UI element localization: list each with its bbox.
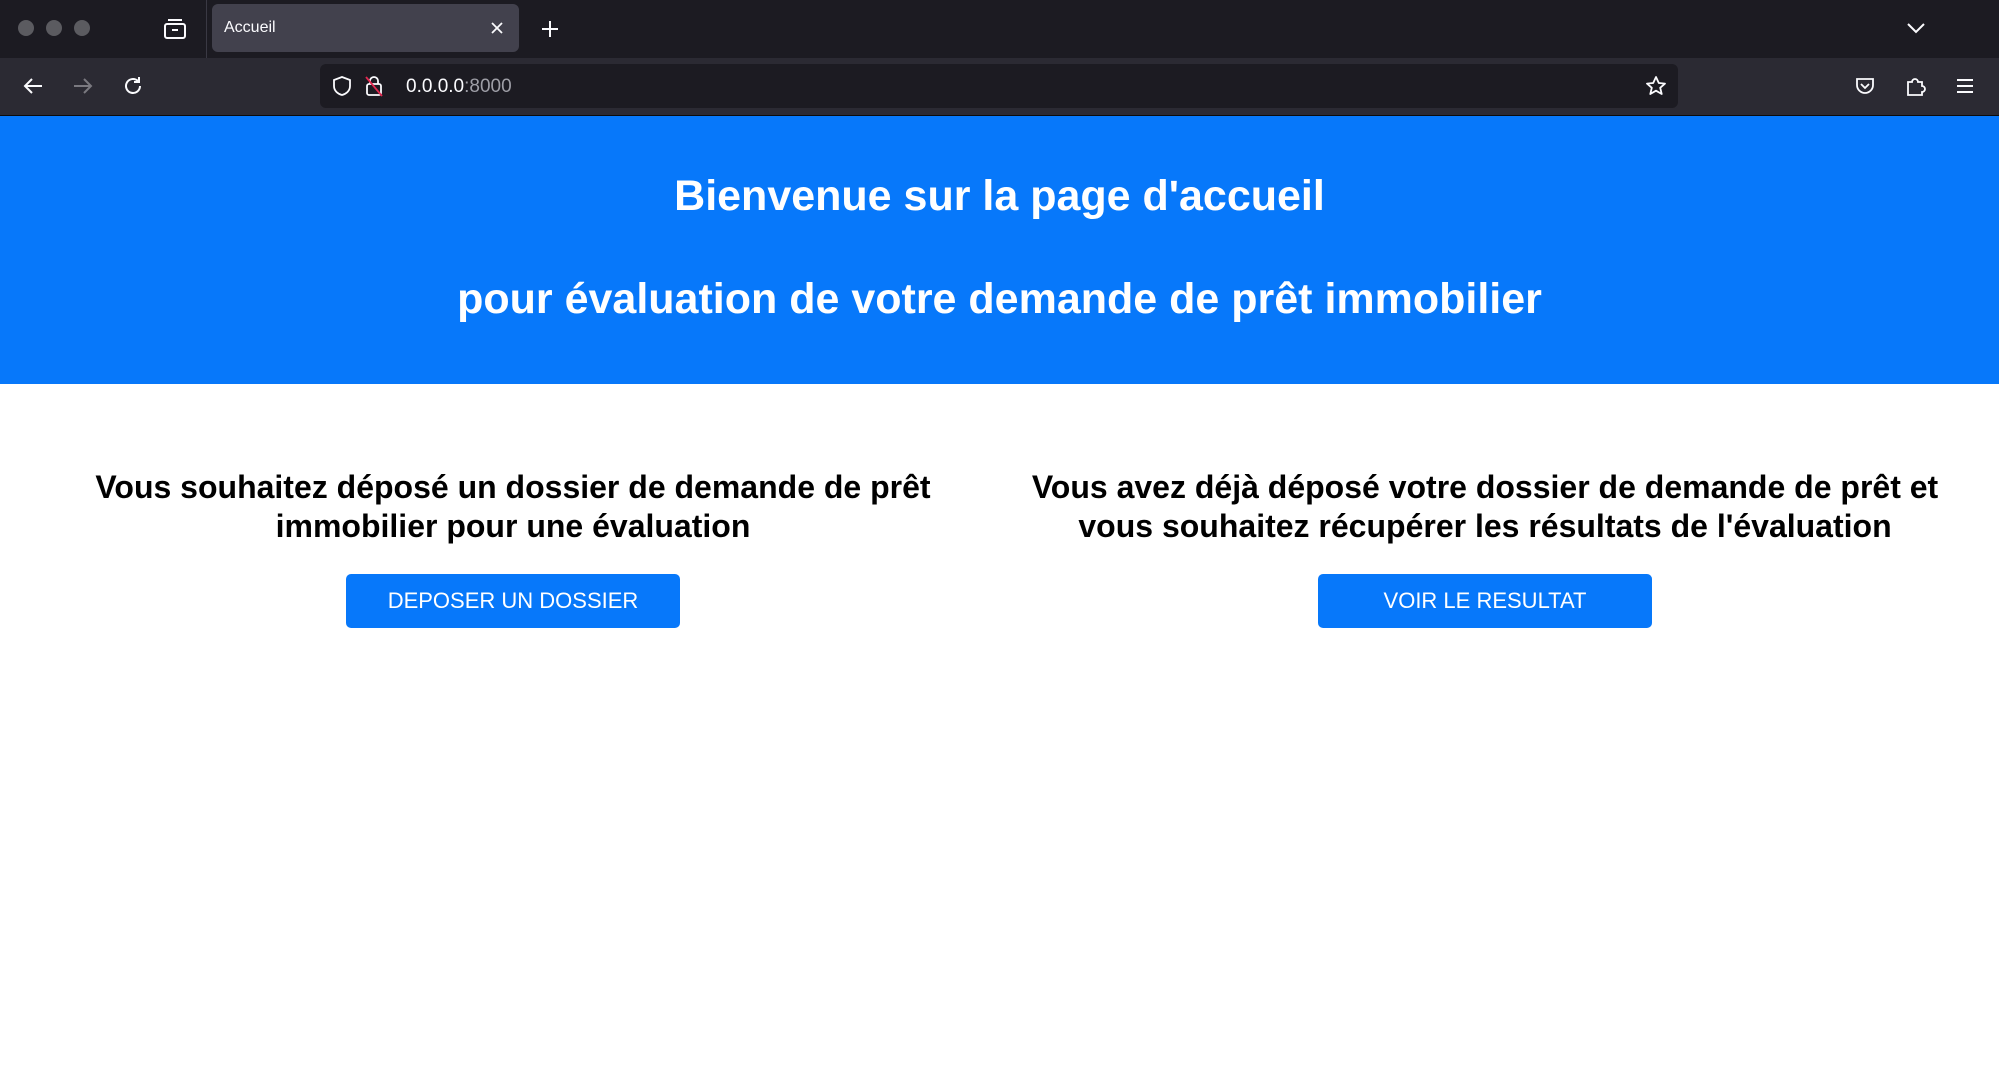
deposit-section: Vous souhaitez déposé un dossier de dema…: [46, 468, 980, 628]
url-text: 0.0.0.0:8000: [406, 76, 512, 98]
tab-title: Accueil: [224, 19, 276, 36]
hamburger-menu-icon[interactable]: [1947, 68, 1983, 104]
arrow-left-icon[interactable]: [15, 68, 51, 104]
reload-icon[interactable]: [115, 68, 151, 104]
arrow-right-icon[interactable]: [65, 68, 101, 104]
chevron-down-icon[interactable]: [1900, 12, 1932, 44]
close-icon[interactable]: [485, 16, 509, 40]
tab-accueil[interactable]: Accueil: [212, 4, 519, 52]
shield-icon[interactable]: [330, 74, 354, 98]
result-section: Vous avez déjà déposé votre dossier de d…: [1000, 468, 1970, 628]
hero-banner: Bienvenue sur la page d'accueil pour éva…: [0, 116, 1999, 384]
url-bar[interactable]: 0.0.0.0:8000: [320, 64, 1678, 108]
window-minimize-dot[interactable]: [46, 20, 62, 36]
plus-icon[interactable]: [535, 14, 565, 44]
window-zoom-dot[interactable]: [74, 20, 90, 36]
deposit-description: Vous souhaitez déposé un dossier de dema…: [95, 469, 931, 544]
url-port: :8000: [464, 76, 512, 97]
tab-overview-icon[interactable]: [158, 14, 192, 44]
tab-separator: [206, 0, 207, 58]
deposit-file-button[interactable]: DEPOSER UN DOSSIER: [346, 574, 680, 628]
window-close-dot[interactable]: [18, 20, 34, 36]
tab-bar: Accueil: [0, 0, 1999, 58]
pocket-icon[interactable]: [1847, 68, 1883, 104]
hero-subtitle: pour évaluation de votre demande de prêt…: [457, 275, 1542, 323]
view-result-button[interactable]: VOIR LE RESULTAT: [1318, 574, 1652, 628]
url-host: 0.0.0.0: [406, 76, 465, 97]
insecure-lock-icon[interactable]: [362, 74, 386, 98]
navigation-toolbar: 0.0.0.0:8000: [0, 58, 1999, 115]
result-description: Vous avez déjà déposé votre dossier de d…: [1031, 469, 1939, 544]
puzzle-icon[interactable]: [1897, 68, 1933, 104]
hero-title: Bienvenue sur la page d'accueil: [674, 172, 1325, 220]
star-icon[interactable]: [1644, 74, 1668, 98]
